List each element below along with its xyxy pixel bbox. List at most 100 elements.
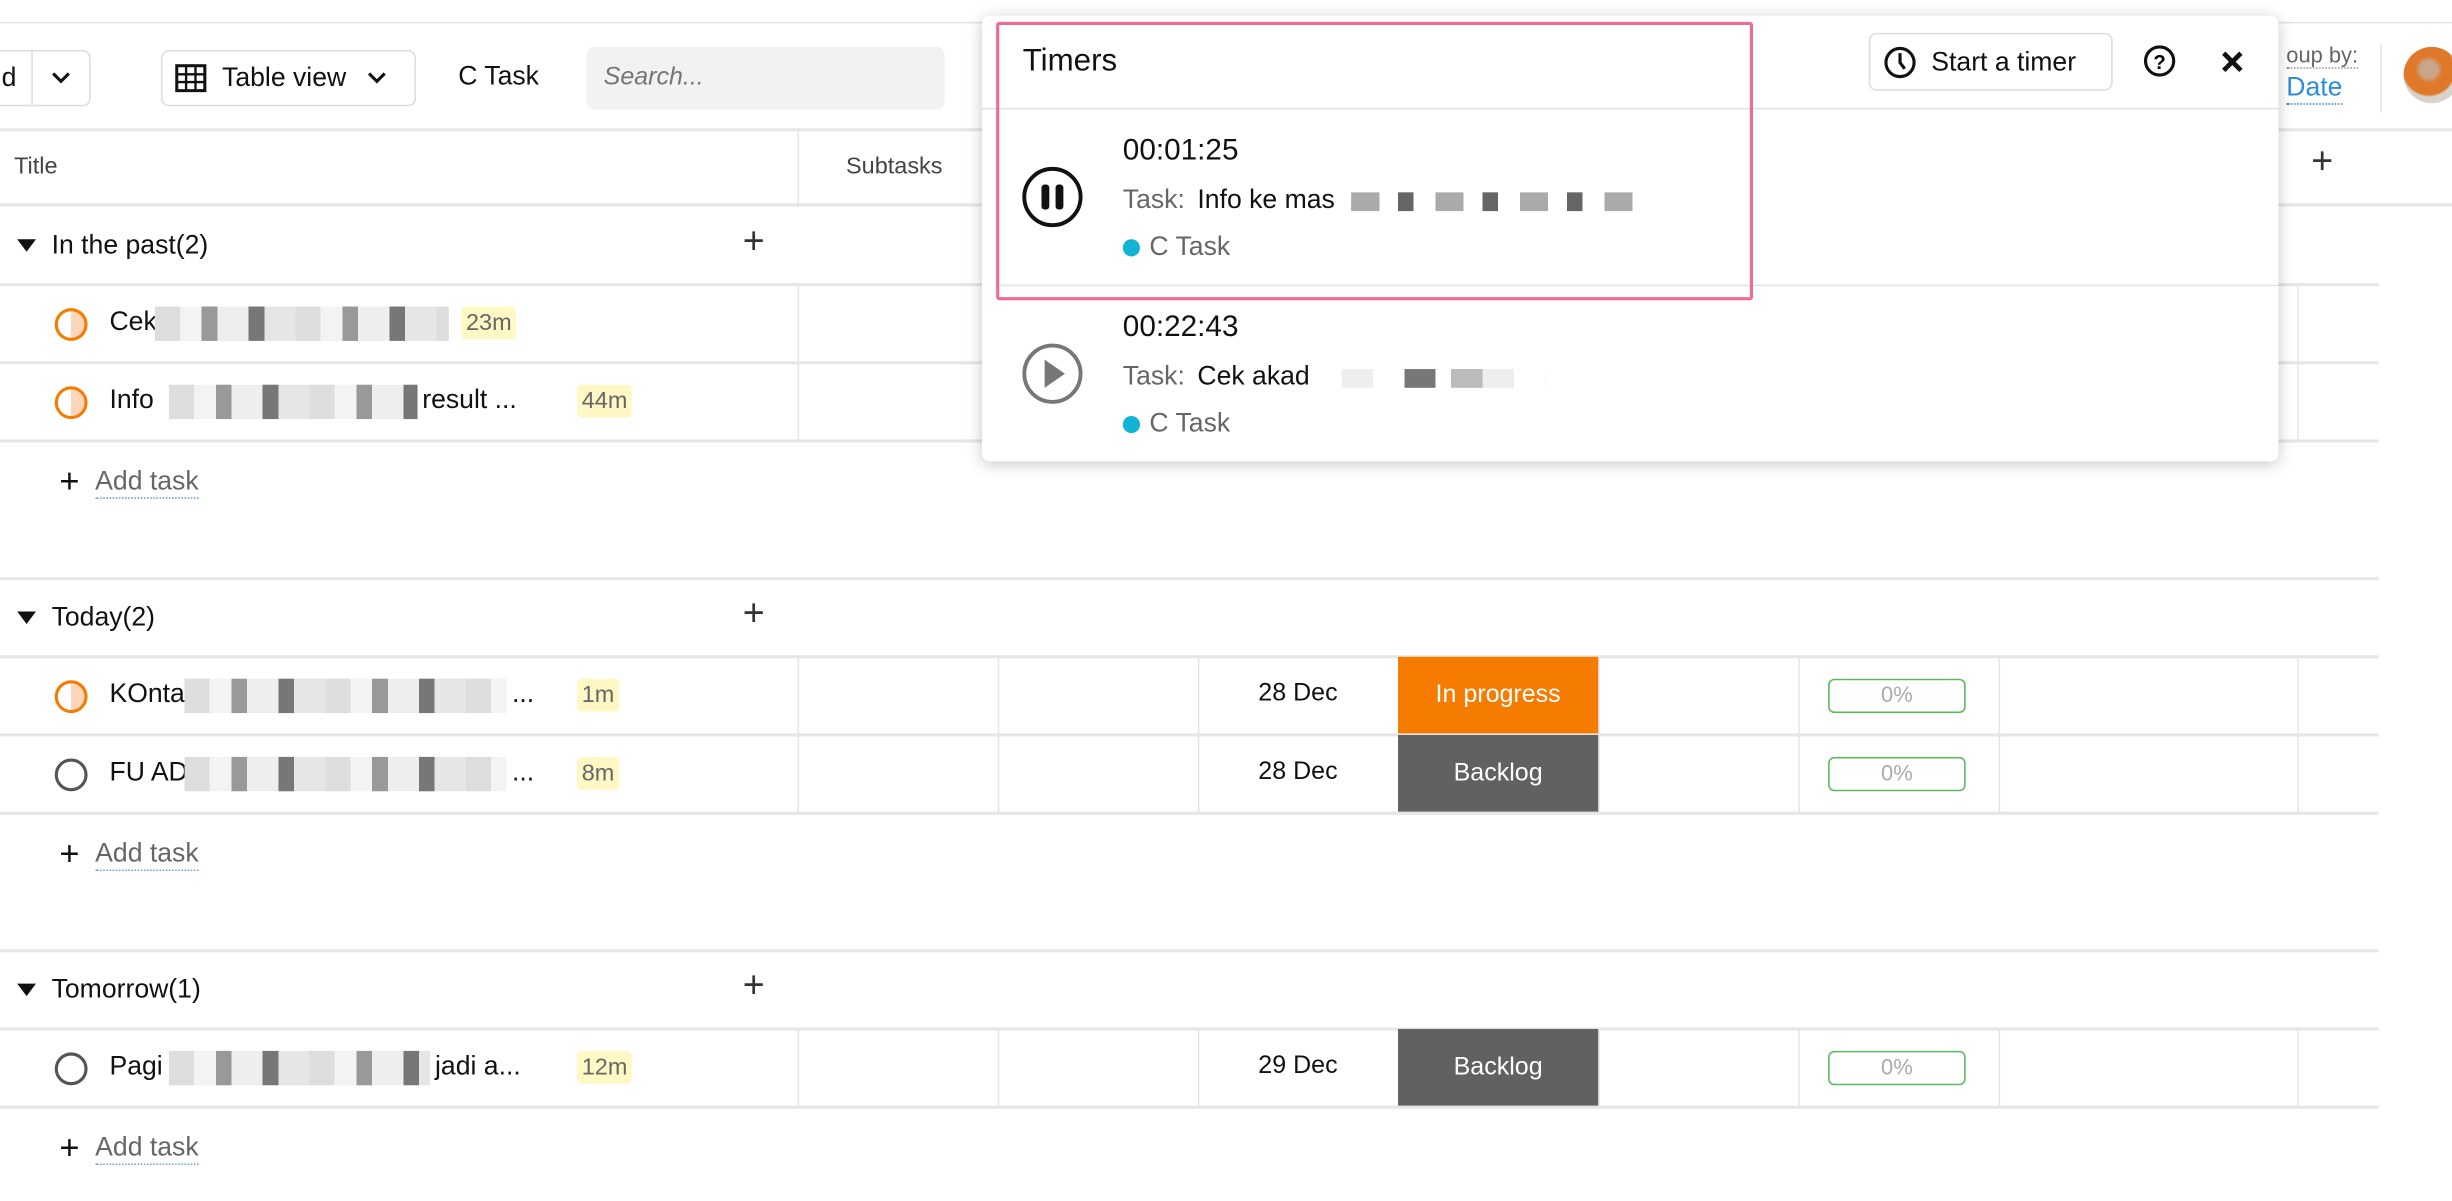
project-color-dot: [1122, 415, 1141, 433]
add-icon[interactable]: +: [743, 593, 765, 637]
group-by-label: oup by:: [2286, 42, 2359, 69]
project-color-dot: [1122, 238, 1141, 256]
divider: [2380, 43, 2382, 113]
timer-task-name[interactable]: Cek akad: [1197, 361, 1309, 391]
cell-divider: [1798, 734, 1800, 814]
cell-divider: [797, 284, 800, 363]
status-circle-icon[interactable]: [54, 308, 88, 341]
cell-divider: [997, 1028, 1000, 1108]
due-date[interactable]: 28 Dec: [1198, 680, 1398, 708]
divider: [0, 811, 2379, 815]
avatar[interactable]: [2403, 46, 2452, 104]
add-icon[interactable]: +: [743, 965, 765, 1009]
task-title-start[interactable]: KOnta: [109, 679, 184, 710]
plus-icon: +: [59, 833, 80, 873]
caret-down-icon[interactable]: [17, 239, 36, 252]
chevron-down-icon[interactable]: [31, 51, 89, 105]
svg-text:?: ?: [2153, 52, 2165, 74]
timer-item: 00:01:25 Task: Info ke mas C Task: [982, 109, 2278, 284]
help-icon[interactable]: ?: [2142, 44, 2176, 78]
status-circle-icon[interactable]: [54, 680, 88, 714]
progress-pill[interactable]: 0%: [1828, 678, 1966, 714]
caret-down-icon[interactable]: [17, 983, 36, 997]
cell-divider: [1998, 656, 2001, 735]
cell-divider: [797, 656, 800, 735]
cell-divider: [1798, 656, 1800, 735]
task-title-end[interactable]: ...: [512, 757, 534, 788]
add-task-label: Add task: [95, 837, 199, 871]
group-header[interactable]: Today(2) +: [0, 579, 2379, 657]
divider: [0, 1105, 2379, 1109]
status-cell[interactable]: In progress: [1398, 656, 1599, 735]
timer-elapsed: 00:22:43: [1122, 311, 1239, 345]
cell-divider: [797, 362, 800, 441]
plus-icon: +: [59, 1127, 80, 1167]
cell-divider: [2297, 284, 2299, 363]
redacted-text: [168, 384, 418, 420]
caret-down-icon[interactable]: [17, 611, 36, 624]
table-icon: [175, 64, 207, 93]
status-circle-icon[interactable]: [54, 758, 88, 792]
task-title-start[interactable]: FU AD: [109, 757, 187, 788]
task-title-end[interactable]: result ...: [422, 385, 517, 416]
add-task-button[interactable]: + Add task: [59, 833, 199, 875]
cell-divider: [1598, 734, 1600, 814]
view-label: Table view: [222, 62, 347, 93]
table-row[interactable]: FU AD... 8m 28 Dec Backlog 0%: [0, 734, 2379, 814]
due-date[interactable]: 28 Dec: [1198, 758, 1398, 786]
cell-divider: [1998, 734, 2001, 814]
table-row[interactable]: KOnta... 1m 28 Dec In progress 0%: [0, 656, 2379, 735]
cell-divider: [797, 734, 800, 814]
redacted-text: [154, 306, 449, 341]
task-title-end[interactable]: jadi a...: [435, 1051, 521, 1082]
view-selector[interactable]: Table view: [161, 50, 416, 107]
group-label: In the past(2): [51, 229, 209, 260]
task-title-start[interactable]: Cek: [109, 307, 156, 338]
add-task-button[interactable]: + Add task: [59, 461, 199, 502]
time-tracked-badge: 44m: [577, 384, 633, 418]
timer-project: C Task: [1149, 231, 1231, 262]
time-tracked-badge: 12m: [577, 1050, 633, 1084]
task-title-end[interactable]: ...: [512, 679, 534, 710]
status-cell[interactable]: Backlog: [1398, 1028, 1599, 1108]
status-circle-icon[interactable]: [54, 386, 88, 420]
status-circle-icon[interactable]: [54, 1052, 88, 1086]
app: d Table view C Task oup by: Date Title S…: [0, 0, 2452, 1201]
status-cell[interactable]: Backlog: [1398, 734, 1599, 814]
partial-dropdown-button[interactable]: d: [0, 50, 91, 107]
start-timer-label: Start a timer: [1931, 46, 2077, 76]
task-title-start[interactable]: Info: [109, 385, 153, 416]
partial-button-label: d: [1, 62, 17, 93]
time-tracked-badge: 8m: [577, 756, 620, 790]
progress-pill[interactable]: 0%: [1828, 1050, 1966, 1086]
add-icon[interactable]: +: [743, 220, 765, 264]
time-tracked-badge: 23m: [461, 306, 517, 340]
task-title-start[interactable]: Pagi: [109, 1051, 162, 1082]
group-header[interactable]: Tomorrow(1) +: [0, 951, 2379, 1029]
cell-divider: [997, 734, 1000, 814]
add-task-label: Add task: [95, 465, 199, 499]
cell-divider: [2297, 362, 2299, 441]
add-column-icon[interactable]: +: [2311, 141, 2333, 185]
start-timer-button[interactable]: Start a timer: [1868, 32, 2113, 91]
table-row[interactable]: Pagi jadi a... 12m 29 Dec Backlog 0%: [0, 1028, 2379, 1108]
chevron-down-icon: [368, 72, 387, 84]
play-icon[interactable]: [1021, 342, 1084, 405]
search-input[interactable]: [586, 46, 945, 110]
add-task-button[interactable]: + Add task: [59, 1127, 199, 1168]
progress-pill[interactable]: 0%: [1828, 756, 1966, 792]
task-label: Task:: [1122, 361, 1185, 391]
plus-icon: +: [59, 461, 80, 501]
redacted-text: [183, 678, 508, 714]
timer-task-name[interactable]: Info ke mas: [1197, 185, 1334, 215]
add-task-label: Add task: [95, 1131, 199, 1165]
timer-elapsed: 00:01:25: [1122, 134, 1239, 168]
column-header-title[interactable]: Title: [14, 153, 57, 180]
column-header-subtasks[interactable]: Subtasks: [846, 153, 942, 180]
time-tracked-badge: 1m: [577, 678, 620, 712]
due-date[interactable]: 29 Dec: [1198, 1052, 1398, 1080]
pause-icon[interactable]: [1021, 166, 1084, 229]
close-icon[interactable]: [2221, 50, 2244, 73]
group-label: Today(2): [51, 602, 156, 632]
group-by-value[interactable]: Date: [2286, 72, 2343, 105]
